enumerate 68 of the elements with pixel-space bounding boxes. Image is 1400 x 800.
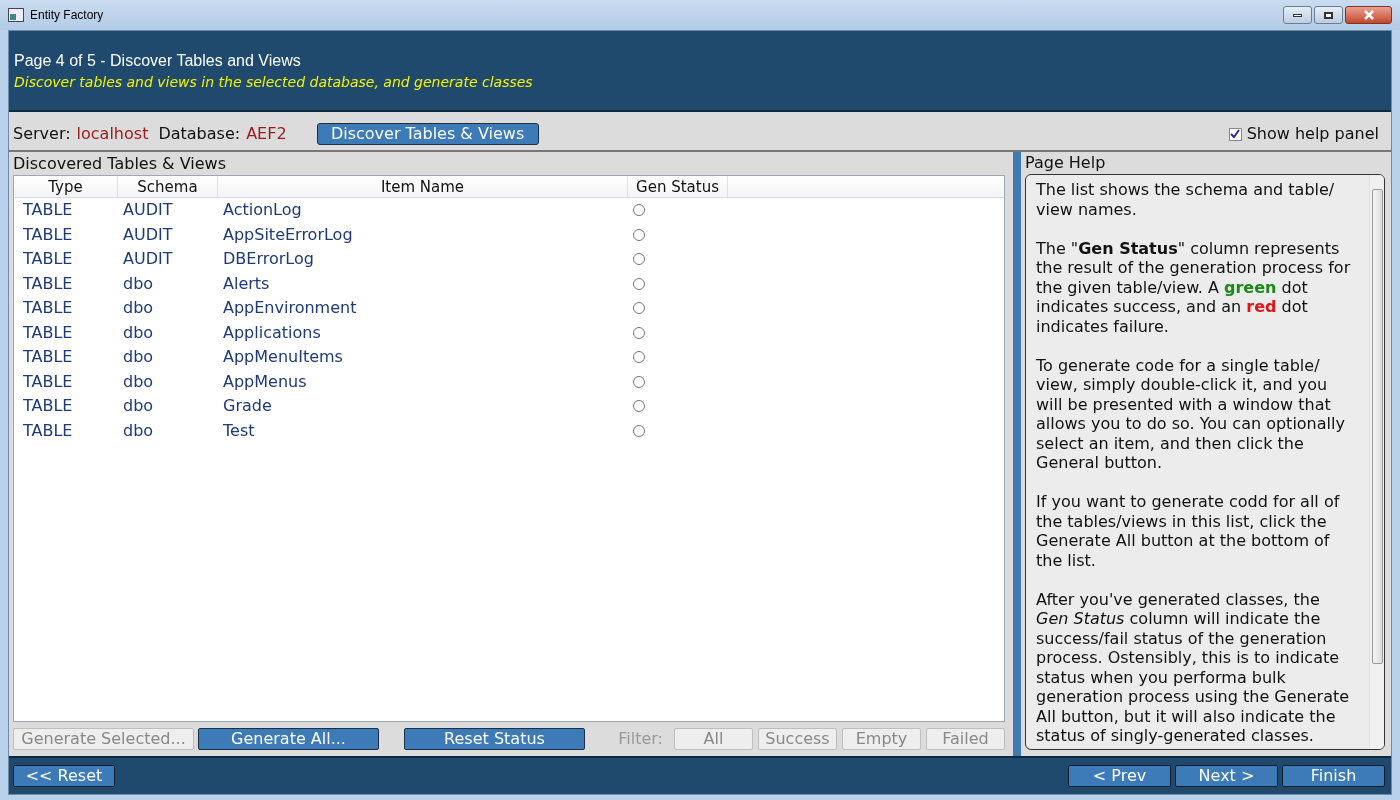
table-cell-text: AppEnvironment [222, 297, 358, 320]
page-subtitle: Discover tables and views in the selected database, and generate classes [14, 73, 534, 92]
table-cell-text: Applications [222, 321, 322, 344]
table-cell-text: Grade [222, 395, 273, 418]
page-title: Page 4 of 5 - Discover Tables and Views [14, 51, 302, 71]
column-header[interactable]: Type [14, 176, 118, 197]
show-help-checkbox[interactable] [1228, 127, 1242, 141]
close-button[interactable] [1345, 6, 1392, 24]
table-cell-text: TABLE [22, 370, 74, 393]
minimize-button[interactable] [1283, 6, 1312, 24]
table-cell-text: DBErrorLog [222, 248, 315, 271]
filter-label: Filter: [618, 728, 663, 750]
server-value: localhost [76, 123, 149, 145]
table-cell-text: dbo [122, 395, 155, 418]
table-cell-text: TABLE [22, 248, 74, 271]
splitter-handle[interactable] [1013, 152, 1021, 756]
table-cell-text: dbo [122, 297, 155, 320]
table-cell-text: TABLE [22, 395, 74, 418]
database-value: AEF2 [246, 123, 287, 145]
table-cell-text: AppMenus [222, 370, 308, 393]
table-cell-text: dbo [122, 272, 155, 295]
table-cell-text: dbo [122, 346, 155, 369]
action-button[interactable]: Generate All... [198, 728, 379, 750]
column-header[interactable]: Gen Status [628, 176, 728, 197]
window-title: Entity Factory [30, 7, 104, 24]
table-cell-text: dbo [122, 321, 155, 344]
scrollbar-thumb[interactable] [1371, 189, 1383, 664]
table-cell-text: AppSiteErrorLog [222, 223, 354, 246]
show-help-label[interactable]: Show help panel [1246, 122, 1379, 146]
app-icon [8, 8, 24, 22]
table-cell-text: AUDIT [122, 223, 174, 246]
help-title: Page Help [1025, 152, 1107, 174]
finish-button[interactable]: Finish [1282, 765, 1385, 787]
server-label: Server: [13, 123, 71, 145]
minimize-icon [1293, 13, 1302, 17]
table-cell-text: Test [222, 419, 256, 442]
table-cell-text: TABLE [22, 419, 74, 442]
help-paragraph: To generate code for a single table/ view, simply double-click it, and you will be presented with a window that allows you to do so. You can optionally select an item, and then click the General button. [1036, 355, 1346, 473]
help-paragraph: If you want to generate codd for all of the tables/views in this list, click the Generate All button at the bottom of the list. [1036, 492, 1341, 570]
table-cell-text: TABLE [22, 297, 74, 320]
table-cell-text: dbo [122, 419, 155, 442]
table-cell-text: AppMenuItems [222, 346, 344, 369]
next-button[interactable]: Next > [1175, 765, 1278, 787]
action-button[interactable]: Reset Status [404, 728, 585, 750]
table-cell-text: Alerts [222, 272, 271, 295]
table-cell-text: TABLE [22, 199, 74, 222]
help-paragraph: The list shows the schema and table/ view names. [1036, 180, 1336, 219]
table-cell-text: TABLE [22, 321, 74, 344]
table-cell-text: TABLE [22, 223, 74, 246]
table-cell-text: dbo [122, 370, 155, 393]
discover-button[interactable]: Discover Tables & Views [316, 123, 539, 145]
table-cell-text: AUDIT [122, 199, 174, 222]
close-icon [1362, 10, 1375, 20]
table-cell-text: TABLE [22, 346, 74, 369]
scrollbar[interactable] [1369, 175, 1384, 749]
list-title: Discovered Tables & Views [13, 153, 227, 175]
reset-button[interactable]: << Reset [13, 765, 115, 787]
maximize-button[interactable] [1314, 6, 1343, 24]
table-cell-text: TABLE [22, 272, 74, 295]
table-cell-text: ActionLog [222, 199, 303, 222]
column-header[interactable]: Item Name [218, 176, 628, 197]
database-label: Database: [158, 123, 241, 145]
help-paragraph: The "Gen Status" column represents the result of the generation process for the given table/view. A green dot indicates success, and an red dot indicates failure. [1036, 238, 1352, 336]
help-paragraph: After you've generated classes, the Gen Status column will indicate the success/fail status of the generation process. Ostensibly, this is to indicate status when you performa bulk generation process using the Generate All button, but it will also indicate the status of singly-generated classes. [1036, 589, 1351, 746]
maximize-icon [1324, 11, 1333, 19]
column-header[interactable]: Schema [118, 176, 218, 197]
table-cell-text: AUDIT [122, 248, 174, 271]
prev-button[interactable]: < Prev [1068, 765, 1171, 787]
